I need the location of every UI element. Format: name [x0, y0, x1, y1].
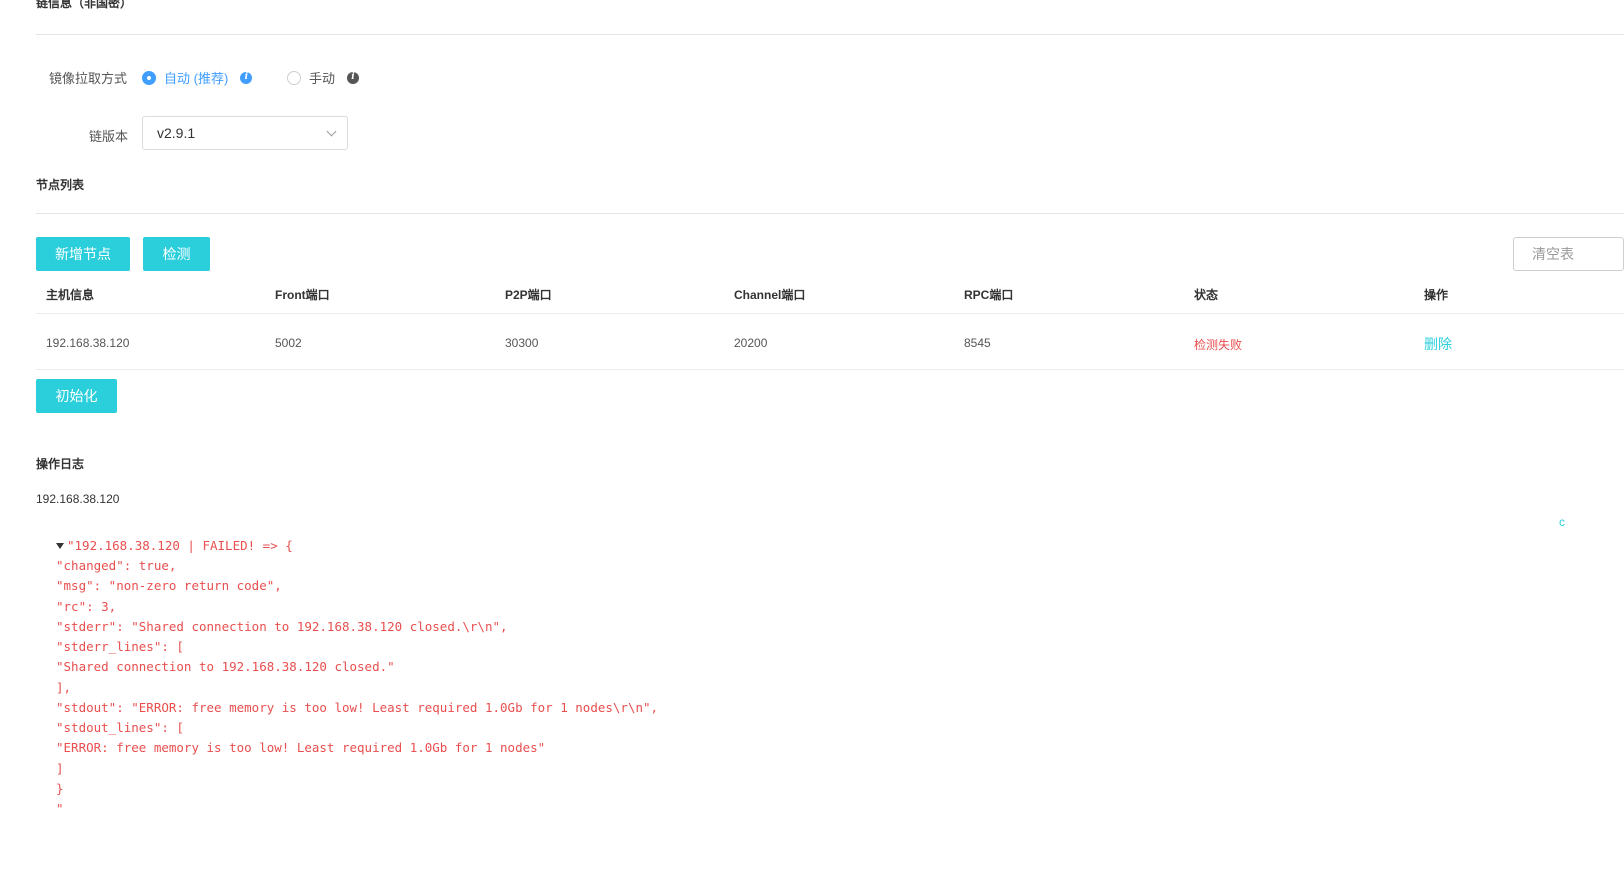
op-log-host: 192.168.38.120 — [36, 492, 120, 506]
log-line: ] — [56, 761, 64, 776]
manual-option-label: 手动 — [309, 71, 336, 86]
op-log-title: 操作日志 — [36, 457, 85, 471]
info-icon[interactable]: i — [347, 71, 360, 84]
table-row-divider — [36, 369, 1624, 370]
info-icon[interactable]: i — [240, 71, 253, 84]
image-pull-auto-option[interactable]: 自动 (推荐) i — [142, 68, 253, 87]
column-header-action: 操作 — [1424, 288, 1449, 302]
image-pull-manual-option[interactable]: 手动 i — [287, 68, 360, 87]
column-header-channel-port: Channel端口 — [734, 288, 806, 302]
auto-radio[interactable] — [142, 70, 156, 85]
node-list-divider — [36, 213, 1624, 214]
manual-radio[interactable] — [287, 70, 301, 85]
chain-version-value: v2.9.1 — [157, 125, 196, 141]
chain-version-label: 链版本 — [89, 129, 129, 144]
check-button[interactable]: 检测 — [143, 237, 210, 271]
cell-channel-port: 20200 — [734, 336, 768, 350]
cell-host: 192.168.38.120 — [46, 336, 130, 350]
clear-table-button[interactable]: 清空表 — [1513, 237, 1624, 271]
column-header-status: 状态 — [1194, 288, 1219, 302]
log-line: "rc": 3, — [56, 599, 117, 614]
log-line: "stdout_lines": [ — [56, 720, 184, 735]
log-line: "stderr": "Shared connection to 192.168.… — [56, 619, 508, 634]
image-pull-label: 镜像拉取方式 — [49, 71, 128, 86]
chain-info-title: 链信息（非国密） — [36, 0, 133, 10]
log-line: "msg": "non-zero return code", — [56, 578, 282, 593]
delete-link[interactable]: 删除 — [1424, 334, 1452, 354]
chevron-down-icon — [326, 126, 337, 137]
log-line: "changed": true, — [56, 558, 177, 573]
cell-front-port: 5002 — [275, 336, 302, 350]
log-line: "192.168.38.120 | FAILED! => { — [67, 538, 293, 553]
add-node-button[interactable]: 新增节点 — [36, 237, 130, 271]
log-line: "Shared connection to 192.168.38.120 clo… — [56, 659, 395, 674]
node-list-title: 节点列表 — [36, 178, 85, 192]
initialize-button[interactable]: 初始化 — [36, 379, 117, 413]
cell-p2p-port: 30300 — [505, 336, 539, 350]
column-header-host: 主机信息 — [46, 288, 95, 302]
chain-info-divider — [36, 34, 1624, 35]
log-line: ], — [56, 680, 72, 695]
auto-option-label: 自动 (推荐) — [164, 71, 229, 86]
log-line: } — [56, 781, 64, 796]
column-header-front-port: Front端口 — [275, 288, 330, 302]
log-line: "ERROR: free memory is too low! Least re… — [56, 740, 546, 755]
log-line: "stdout": "ERROR: free memory is too low… — [56, 700, 659, 715]
collapse-toggle-icon[interactable] — [56, 543, 64, 549]
cell-rpc-port: 8545 — [964, 336, 991, 350]
chain-version-select[interactable]: v2.9.1 — [142, 116, 348, 150]
column-header-p2p-port: P2P端口 — [505, 288, 552, 302]
op-log-edge-label[interactable]: c — [1559, 515, 1565, 529]
column-header-rpc-port: RPC端口 — [964, 288, 1014, 302]
log-line: " — [56, 801, 64, 816]
status-badge: 检测失败 — [1194, 338, 1243, 352]
log-line: "stderr_lines": [ — [56, 639, 184, 654]
